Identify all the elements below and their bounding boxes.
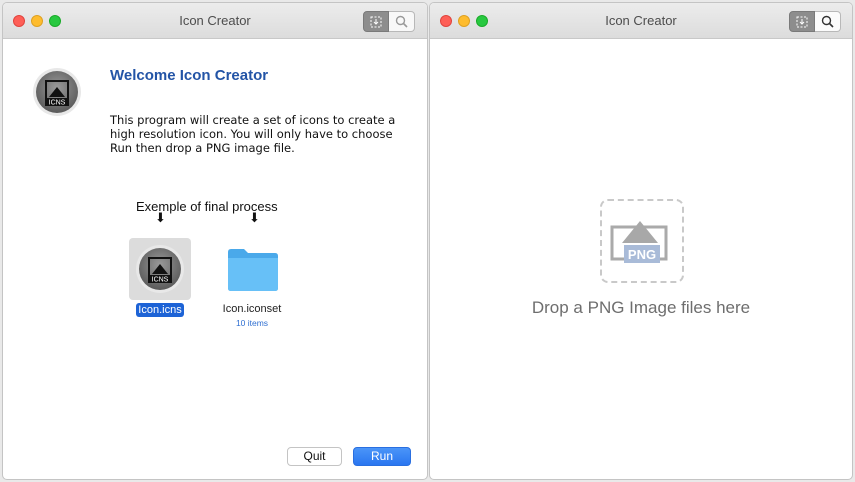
search-icon bbox=[821, 15, 834, 28]
toolbar-group bbox=[789, 11, 841, 32]
capture-icon bbox=[796, 16, 808, 27]
icns-file-icon: ICNS bbox=[136, 245, 184, 293]
png-badge: PNG bbox=[628, 247, 656, 262]
titlebar: Icon Creator bbox=[430, 3, 852, 39]
capture-icon bbox=[370, 16, 382, 27]
search-button[interactable] bbox=[389, 11, 415, 32]
app-icns-icon: ICNS bbox=[33, 68, 81, 116]
icns-file-badge: ICNS bbox=[152, 277, 169, 284]
description-text: This program will create a set of icons … bbox=[110, 113, 396, 155]
quit-button[interactable]: Quit bbox=[287, 447, 342, 466]
drop-window: Icon Creator PNG Drop a PNG Image files … bbox=[429, 2, 853, 480]
drop-hint-text: Drop a PNG Image files here bbox=[531, 298, 751, 317]
capture-button[interactable] bbox=[789, 11, 815, 32]
drop-zone[interactable]: PNG bbox=[600, 199, 684, 283]
capture-button[interactable] bbox=[363, 11, 389, 32]
titlebar: Icon Creator bbox=[3, 3, 427, 39]
arrow-down-icon: ⬇ bbox=[155, 210, 166, 225]
welcome-window: Icon Creator ICNS Welcome Icon Creator T… bbox=[2, 2, 428, 480]
png-image-icon: PNG bbox=[610, 221, 668, 263]
search-icon bbox=[395, 15, 408, 28]
folder-item-count: 10 items bbox=[235, 318, 269, 328]
icns-label: ICNS bbox=[49, 100, 66, 107]
file-name-selected[interactable]: Icon.icns bbox=[136, 303, 184, 317]
icns-file-item[interactable]: ICNS bbox=[129, 238, 191, 300]
search-button[interactable] bbox=[815, 11, 841, 32]
toolbar-group bbox=[363, 11, 415, 32]
arrow-down-icon: ⬇ bbox=[249, 210, 260, 225]
welcome-title: Welcome Icon Creator bbox=[110, 67, 269, 84]
folder-icon[interactable] bbox=[226, 246, 280, 292]
run-button[interactable]: Run bbox=[353, 447, 411, 466]
folder-name: Icon.iconset bbox=[222, 303, 282, 315]
